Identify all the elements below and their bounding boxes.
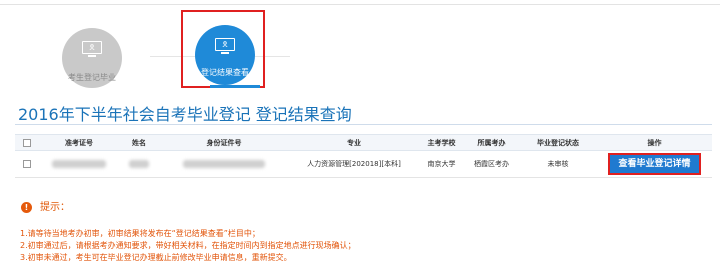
col-major: 专业 — [289, 134, 419, 151]
col-name: 姓名 — [119, 134, 159, 151]
monitor-user-icon — [82, 41, 102, 58]
select-all-checkbox[interactable] — [23, 138, 31, 147]
col-school: 主考学校 — [419, 134, 464, 151]
tips-list: 1.请等待当地考办初审，初审结果将发布在“登记结果查看”栏目中； 2.初审通过后… — [20, 228, 356, 263]
active-step-indicator — [210, 85, 260, 88]
table-row: 人力资源管理[202018][本科] 南京大学 栖霞区考办 未审核 查看毕业登记… — [15, 150, 712, 178]
step-label: 考生登记毕业 — [68, 73, 116, 82]
tip-item: 2.初审通过后，请根据考办通知要求，带好相关材料，在指定时间内到指定地点进行现场… — [20, 241, 356, 250]
redacted-exam-number — [52, 160, 106, 168]
col-status: 毕业登记状态 — [519, 134, 597, 151]
name-cell — [119, 150, 159, 178]
exclamation-icon: ! — [21, 201, 32, 213]
exam-number-cell — [39, 150, 119, 178]
redacted-name — [129, 160, 149, 168]
view-detail-button[interactable]: 查看毕业登记详情 — [608, 153, 701, 175]
col-exam-number: 准考证号 — [39, 134, 119, 151]
step-register-graduation[interactable]: 考生登记毕业 — [47, 28, 137, 88]
tip-item: 3.初审未通过，考生可在毕业登记办理截止前修改毕业申请信息，重新提交。 — [20, 253, 292, 262]
action-cell: 查看毕业登记详情 — [597, 150, 712, 178]
progress-steps: 考生登记毕业 登记结果查看 — [0, 0, 720, 100]
tip-item: 1.请等待当地考办初审，初审结果将发布在“登记结果查看”栏目中； — [20, 229, 260, 238]
page-title: 2016年下半年社会自考毕业登记 登记结果查询 — [18, 105, 352, 124]
id-number-cell — [159, 150, 289, 178]
result-table: 准考证号 姓名 身份证件号 专业 主考学校 所属考办 毕业登记状态 操作 人力资… — [15, 134, 712, 178]
active-step-highlight — [181, 10, 265, 88]
col-id-number: 身份证件号 — [159, 134, 289, 151]
status-cell: 未审核 — [519, 150, 597, 178]
row-checkbox[interactable] — [23, 160, 31, 168]
row-select-cell[interactable] — [15, 150, 39, 178]
major-cell: 人力资源管理[202018][本科] — [289, 150, 419, 178]
tips-heading-text: 提示： — [40, 202, 70, 213]
col-office: 所属考办 — [464, 134, 519, 151]
tips-heading: ! 提示： — [21, 198, 70, 213]
school-cell: 南京大学 — [419, 150, 464, 178]
redacted-id-number — [183, 160, 265, 168]
select-all-cell[interactable] — [15, 134, 39, 151]
title-underline — [15, 124, 712, 125]
table-header-row: 准考证号 姓名 身份证件号 专业 主考学校 所属考办 毕业登记状态 操作 — [15, 134, 712, 151]
office-cell: 栖霞区考办 — [464, 150, 519, 178]
col-action: 操作 — [597, 134, 712, 151]
